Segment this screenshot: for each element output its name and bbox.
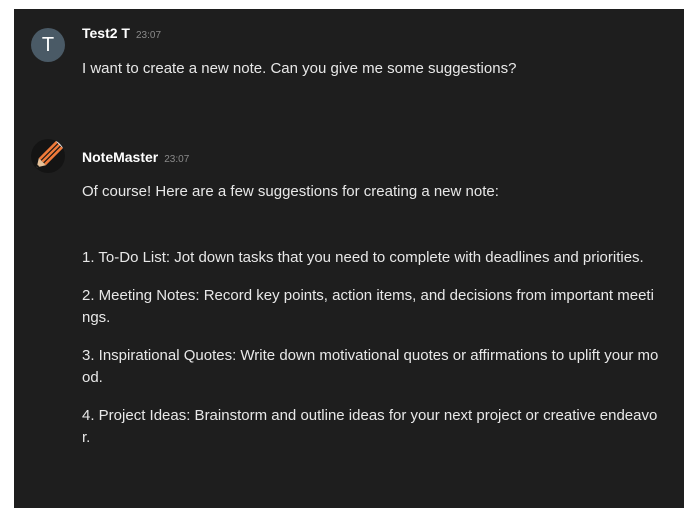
message-user: T Test2 T 23:07 I want to create a new no… [14, 9, 684, 109]
username[interactable]: Test2 T [82, 25, 130, 41]
message-text: Of course! Here are a few suggestions fo… [82, 181, 662, 449]
avatar[interactable]: T [31, 28, 65, 62]
timestamp: 23:07 [164, 154, 190, 165]
message-paragraph: I want to create a new note. Can you giv… [82, 60, 517, 77]
message-bot: NoteMaster 23:07 Of course! Here are a fe… [14, 129, 684, 508]
username[interactable]: NoteMaster [82, 149, 158, 165]
pencil-logo-icon [31, 139, 65, 173]
message-paragraph: 2. Meeting Notes: Record key points, act… [82, 287, 654, 326]
message-paragraph: Of course! Here are a few suggestions fo… [82, 183, 499, 200]
message-header: Test2 T 23:07 [82, 25, 161, 41]
avatar[interactable] [31, 139, 65, 173]
message-text: I want to create a new note. Can you giv… [82, 58, 662, 80]
message-paragraph: 3. Inspirational Quotes: Write down moti… [82, 347, 659, 386]
timestamp: 23:07 [135, 30, 162, 41]
message-paragraph: 1. To-Do List: Jot down tasks that you n… [82, 249, 644, 266]
message-paragraph: 4. Project Ideas: Brainstorm and outline… [82, 407, 658, 446]
message-header: NoteMaster 23:07 [82, 149, 189, 165]
avatar-letter: T [41, 33, 55, 56]
chat-window: T Test2 T 23:07 I want to create a new no… [14, 9, 684, 508]
